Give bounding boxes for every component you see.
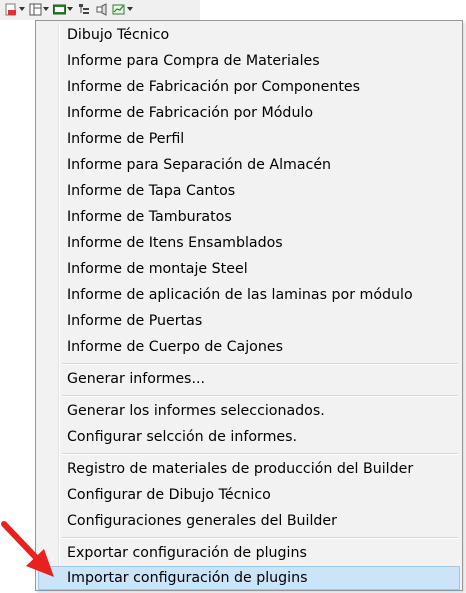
menu-item-exportar-configuracion[interactable]: Exportar configuración de plugins: [38, 541, 460, 565]
tree-icon[interactable]: [77, 3, 91, 16]
menu-item-registro-materiales[interactable]: Registro de materiales de producción del…: [38, 457, 460, 481]
menu-separator: [62, 453, 458, 455]
menu-item-importar-configuracion[interactable]: Importar configuración de plugins: [38, 566, 460, 590]
menu-item-informe-itens-ensamblados[interactable]: Informe de Itens Ensamblados: [38, 231, 460, 255]
menu-item-informe-tapa-cantos[interactable]: Informe de Tapa Cantos: [38, 179, 460, 203]
cnc-dropdown-arrow[interactable]: [67, 7, 73, 11]
menu-separator: [62, 395, 458, 397]
menu-separator: [62, 363, 458, 365]
report-menu: Dibujo Técnico Informe para Compra de Ma…: [35, 20, 463, 591]
menu-item-informe-tamburatos[interactable]: Informe de Tamburatos: [38, 205, 460, 229]
menu-item-informe-fabricacion-componentes[interactable]: Informe de Fabricación por Componentes: [38, 75, 460, 99]
menu-separator: [62, 537, 458, 539]
menu-item-configuraciones-generales[interactable]: Configuraciones generales del Builder: [38, 509, 460, 533]
chart-dropdown-arrow[interactable]: [127, 7, 133, 11]
menu-item-configurar-seleccion[interactable]: Configurar selcción de informes.: [38, 425, 460, 449]
menu-item-informe-aplicacion-laminas[interactable]: Informe de aplicación de las laminas por…: [38, 283, 460, 307]
layout-icon[interactable]: [28, 3, 42, 16]
chart-icon[interactable]: [111, 3, 125, 16]
report-dropdown-arrow[interactable]: [19, 7, 25, 11]
menu-item-informe-cuerpo-cajones[interactable]: Informe de Cuerpo de Cajones: [38, 335, 460, 359]
menu-item-informe-montaje-steel[interactable]: Informe de montaje Steel: [38, 257, 460, 281]
menu-item-informe-perfil[interactable]: Informe de Perfil: [38, 127, 460, 151]
layout-dropdown-arrow[interactable]: [43, 7, 49, 11]
toolbar: [0, 0, 200, 20]
menu-item-configurar-dibujo-tecnico[interactable]: Configurar de Dibujo Técnico: [38, 483, 460, 507]
report-icon[interactable]: [4, 3, 18, 16]
cnc-icon[interactable]: [52, 3, 66, 16]
menu-item-informe-fabricacion-modulo[interactable]: Informe de Fabricación por Módulo: [38, 101, 460, 125]
menu-item-dibujo-tecnico[interactable]: Dibujo Técnico: [38, 23, 460, 47]
plugin-icon[interactable]: [94, 3, 108, 16]
menu-item-informe-separacion-almacen[interactable]: Informe para Separación de Almacén: [38, 153, 460, 177]
menu-item-generar-informes[interactable]: Generar informes...: [38, 367, 460, 391]
menu-item-informe-compra-materiales[interactable]: Informe para Compra de Materiales: [38, 49, 460, 73]
menu-item-generar-seleccionados[interactable]: Generar los informes seleccionados.: [38, 399, 460, 423]
menu-item-informe-puertas[interactable]: Informe de Puertas: [38, 309, 460, 333]
